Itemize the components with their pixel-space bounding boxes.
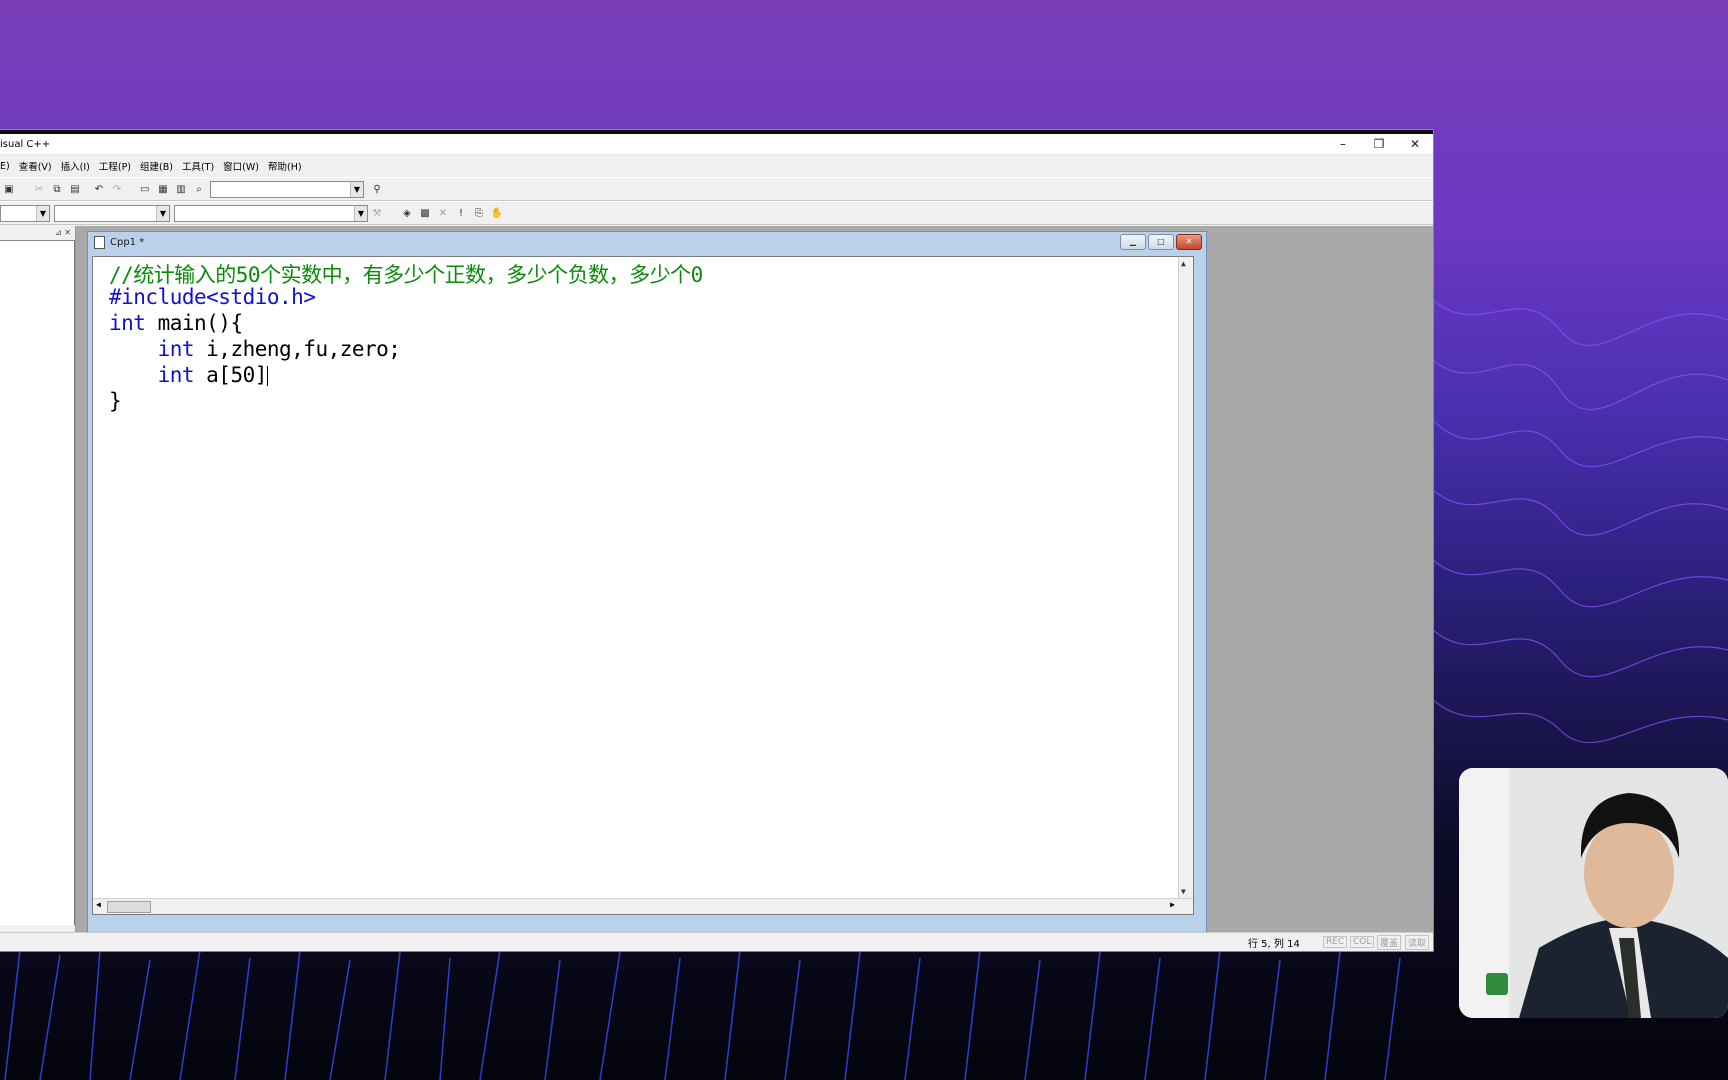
window-controls: – ❐ ✕ bbox=[1325, 137, 1433, 151]
output-icon[interactable]: ▦ bbox=[156, 183, 170, 196]
menu-window[interactable]: 窗口(W) bbox=[223, 159, 259, 173]
code-line-main: int main(){ bbox=[109, 311, 243, 335]
readonly-indicator: 读取 bbox=[1405, 934, 1430, 950]
workspace-icon[interactable]: ▭ bbox=[138, 183, 152, 196]
workspace-tree[interactable] bbox=[0, 240, 75, 925]
code-token: a[50] bbox=[194, 363, 267, 387]
go-icon[interactable]: ⎘ bbox=[472, 207, 486, 220]
code-line-decl: int i,zheng,fu,zero; bbox=[109, 337, 401, 361]
scroll-right-icon[interactable]: ▶ bbox=[1170, 900, 1175, 909]
wizard-action-icon[interactable]: ⚒ bbox=[370, 207, 384, 220]
document-title: Cpp1 * bbox=[110, 236, 145, 248]
chevron-down-icon[interactable]: ▼ bbox=[156, 205, 169, 221]
chevron-down-icon[interactable]: ▼ bbox=[354, 205, 367, 221]
menu-view[interactable]: 查看(V) bbox=[19, 159, 52, 173]
code-line-array: int a[50] bbox=[109, 363, 268, 387]
compile-icon[interactable]: ◈ bbox=[400, 207, 414, 220]
breakpoint-icon[interactable]: ✋ bbox=[490, 207, 504, 220]
filter-combo[interactable]: ▼ bbox=[54, 204, 170, 222]
rec-indicator: REC bbox=[1323, 936, 1348, 948]
cut-icon[interactable]: ✂ bbox=[32, 183, 46, 196]
scroll-down-icon[interactable]: ▼ bbox=[1181, 887, 1186, 896]
text-cursor bbox=[266, 366, 268, 386]
chevron-down-icon[interactable]: ▼ bbox=[350, 181, 363, 197]
save-all-icon[interactable]: ▣ bbox=[2, 183, 16, 196]
menu-edit[interactable]: E) bbox=[0, 161, 10, 172]
keyword-token: int bbox=[157, 337, 195, 361]
keyword-token: int bbox=[157, 363, 195, 387]
menu-tools[interactable]: 工具(T) bbox=[182, 159, 214, 173]
wizard-toolbar: ▼ ▼ ▼ ⚒ ◈ ▩ ✕ ! ⎘ ✋ bbox=[0, 201, 1433, 225]
scroll-thumb[interactable] bbox=[107, 901, 151, 913]
document-controls: ▁ □ ✕ bbox=[1118, 234, 1202, 250]
code-token: main(){ bbox=[145, 311, 244, 335]
menu-insert[interactable]: 插入(I) bbox=[61, 159, 90, 173]
document-window: Cpp1 * ▁ □ ✕ //统计输入的50个实数中，有多少个正数，多少个负数，… bbox=[87, 231, 1207, 933]
copy-icon[interactable]: ⧉ bbox=[50, 183, 64, 196]
cursor-position: 行 5, 列 14 bbox=[1248, 938, 1300, 950]
window-list-icon[interactable]: ▥ bbox=[174, 183, 188, 196]
doc-maximize-button[interactable]: □ bbox=[1148, 234, 1174, 250]
window-title: isual C++ bbox=[0, 138, 51, 150]
menu-bar: E) 查看(V) 插入(I) 工程(P) 组建(B) 工具(T) 窗口(W) 帮… bbox=[0, 155, 1433, 177]
find-in-files-icon[interactable]: ⌕ bbox=[192, 183, 206, 196]
stop-build-icon[interactable]: ✕ bbox=[436, 207, 450, 220]
title-bar: isual C++ – ❐ ✕ bbox=[0, 134, 1433, 155]
doc-minimize-button[interactable]: ▁ bbox=[1120, 234, 1146, 250]
find-icon[interactable]: ⚲ bbox=[370, 183, 384, 196]
menu-project[interactable]: 工程(P) bbox=[99, 159, 131, 173]
mdi-workspace: ⊿ ✕ Cpp1 * ▁ □ ✕ //统计输入的50个实数中，有多少个正数，多少… bbox=[0, 226, 1433, 933]
ide-window: isual C++ – ❐ ✕ E) 查看(V) 插入(I) 工程(P) 组建(… bbox=[0, 130, 1433, 951]
document-icon bbox=[94, 235, 105, 249]
close-button[interactable]: ✕ bbox=[1397, 137, 1433, 151]
vertical-scrollbar[interactable]: ▲ ▼ bbox=[1178, 257, 1193, 898]
code-token: i,zheng,fu,zero; bbox=[194, 337, 401, 361]
presenter-image bbox=[1459, 768, 1728, 1018]
class-combo[interactable]: ▼ bbox=[0, 204, 50, 222]
chevron-down-icon[interactable]: ▼ bbox=[36, 205, 49, 221]
code-line-include: #include<stdio.h> bbox=[109, 285, 316, 309]
members-combo[interactable]: ▼ bbox=[174, 204, 368, 222]
standard-toolbar: ▣ ✂ ⧉ ▤ ↶ ↷ ▭ ▦ ▥ ⌕ ▼ ⚲ bbox=[0, 177, 1433, 201]
build-icon[interactable]: ▩ bbox=[418, 207, 432, 220]
undo-icon[interactable]: ↶ bbox=[92, 183, 106, 196]
menu-help[interactable]: 帮助(H) bbox=[268, 159, 302, 173]
menu-build[interactable]: 组建(B) bbox=[140, 159, 173, 173]
workspace-pane: ⊿ ✕ bbox=[0, 226, 76, 932]
code-editor[interactable]: //统计输入的50个实数中，有多少个正数，多少个负数，多少个0 #include… bbox=[92, 256, 1194, 915]
horizontal-scrollbar[interactable]: ◀ ▶ bbox=[93, 898, 1193, 914]
paste-icon[interactable]: ▤ bbox=[68, 183, 82, 196]
doc-close-button[interactable]: ✕ bbox=[1176, 234, 1202, 250]
overwrite-indicator: 覆盖 bbox=[1377, 934, 1402, 950]
execute-icon[interactable]: ! bbox=[454, 207, 468, 220]
find-combo[interactable]: ▼ bbox=[210, 180, 364, 198]
minimize-button[interactable]: – bbox=[1325, 137, 1361, 151]
webcam-overlay bbox=[1459, 768, 1728, 1018]
scroll-left-icon[interactable]: ◀ bbox=[96, 900, 101, 909]
restore-button[interactable]: ❐ bbox=[1361, 137, 1397, 151]
code-line-close: } bbox=[109, 389, 122, 413]
redo-icon[interactable]: ↷ bbox=[110, 183, 124, 196]
keyword-token: int bbox=[109, 311, 146, 335]
pane-buttons[interactable]: ⊿ ✕ bbox=[55, 228, 71, 237]
document-titlebar: Cpp1 * ▁ □ ✕ bbox=[88, 232, 1206, 252]
preproc-token: #include<stdio.h> bbox=[109, 285, 316, 309]
scroll-up-icon[interactable]: ▲ bbox=[1181, 259, 1186, 268]
col-indicator: COL bbox=[1350, 936, 1375, 948]
status-bar: 行 5, 列 14 REC COL 覆盖 读取 bbox=[0, 932, 1433, 951]
